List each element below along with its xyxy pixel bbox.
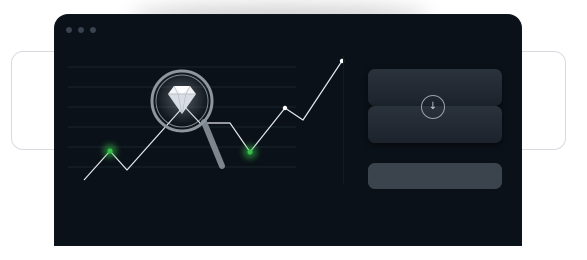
app-window: ↓ xyxy=(54,14,522,246)
magnifier-handle xyxy=(201,119,225,169)
download-arrow-glyph: ↓ xyxy=(428,101,438,112)
download-arrow-icon[interactable]: ↓ xyxy=(421,95,445,119)
stage: ↓ xyxy=(0,0,587,260)
chart-panel xyxy=(54,14,354,246)
highlight-point[interactable] xyxy=(107,148,113,154)
line-chart xyxy=(68,58,345,181)
highlight-point[interactable] xyxy=(247,149,253,155)
chart-series-line xyxy=(83,60,343,181)
magnifier-icon xyxy=(150,69,225,169)
data-point[interactable] xyxy=(282,105,288,111)
panel-divider xyxy=(343,56,344,184)
side-panel-button-bottom[interactable] xyxy=(368,163,502,189)
